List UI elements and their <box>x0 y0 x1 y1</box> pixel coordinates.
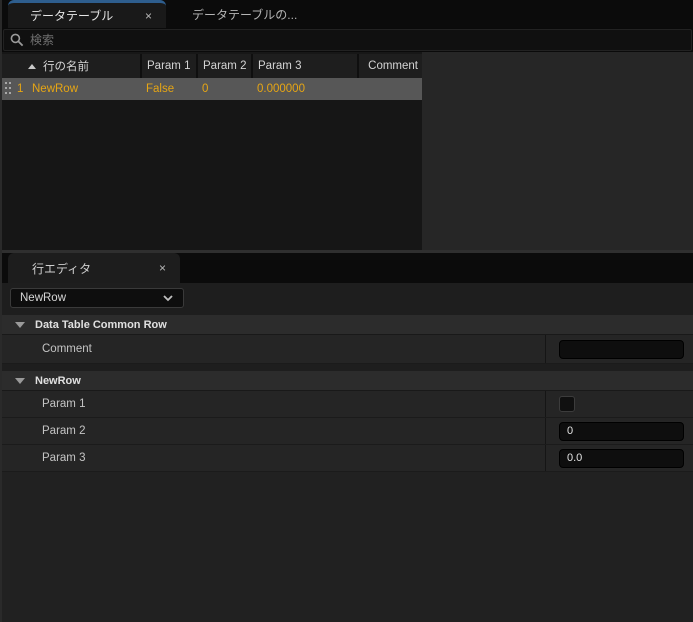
row-param2-cell: 0 <box>202 83 209 95</box>
column-header-param1-label: Param 1 <box>147 60 191 72</box>
property-value-area <box>545 391 693 417</box>
row-number-cell: 1 <box>17 83 24 95</box>
close-icon[interactable]: × <box>141 9 156 23</box>
param3-input[interactable] <box>559 448 684 468</box>
param1-checkbox[interactable] <box>559 396 575 412</box>
data-table-grid: 行の名前 Param 1 Param 2 Param 3 Comment 1 N… <box>2 52 422 250</box>
sort-ascending-icon <box>28 63 36 69</box>
row-select-dropdown[interactable]: NewRow <box>10 288 184 308</box>
row-selector-area: NewRow <box>2 283 693 309</box>
column-header-comment[interactable]: Comment <box>359 54 422 78</box>
property-row-param1: Param 1 <box>2 391 693 418</box>
row-editor-tab-bar: 行エディタ × <box>2 253 693 283</box>
search-input[interactable] <box>24 33 691 47</box>
table-header-row: 行の名前 Param 1 Param 2 Param 3 Comment <box>2 54 422 78</box>
column-header-param3-label: Param 3 <box>258 60 302 72</box>
row-editor-panel: NewRow Data Table Common Row Comment New… <box>2 283 693 622</box>
column-header-param2[interactable]: Param 2 <box>198 54 253 78</box>
row-select-value: NewRow <box>20 292 67 304</box>
editor-empty-area <box>2 472 693 622</box>
document-tab-bar: データテーブル × データテーブルの... <box>2 0 693 28</box>
section-title: Data Table Common Row <box>35 318 167 331</box>
column-header-param2-label: Param 2 <box>203 60 247 72</box>
property-value-area <box>545 445 693 471</box>
search-icon <box>10 33 24 47</box>
close-icon[interactable]: × <box>155 261 170 275</box>
tab-data-table[interactable]: データテーブル × <box>8 0 166 28</box>
drag-handle-icon[interactable] <box>5 82 13 96</box>
property-label: Param 2 <box>42 425 86 437</box>
property-row-comment: Comment <box>2 335 693 364</box>
column-header-comment-label: Comment <box>368 60 418 72</box>
property-label: Param 3 <box>42 452 86 464</box>
property-row-param2: Param 2 <box>2 418 693 445</box>
chevron-down-icon <box>163 295 173 302</box>
comment-input[interactable] <box>559 339 684 359</box>
section-header-common-row[interactable]: Data Table Common Row <box>2 315 693 335</box>
search-box[interactable] <box>3 29 692 51</box>
table-panel-background <box>422 52 693 250</box>
row-param1-cell: False <box>146 83 175 95</box>
column-header-row-name-label: 行の名前 <box>43 61 89 73</box>
column-header-param1[interactable]: Param 1 <box>142 54 198 78</box>
column-header-row-name[interactable]: 行の名前 <box>2 54 142 78</box>
property-label: Comment <box>42 343 92 355</box>
property-row-param3: Param 3 <box>2 445 693 472</box>
collapse-arrow-icon <box>15 377 25 384</box>
section-title: NewRow <box>35 374 81 387</box>
tab-data-table-details[interactable]: データテーブルの... <box>166 0 328 28</box>
column-header-param3[interactable]: Param 3 <box>253 54 359 78</box>
tab-data-table-details-label: データテーブルの... <box>192 7 298 22</box>
tab-data-table-label: データテーブル <box>30 9 114 23</box>
data-table-editor-window: データテーブル × データテーブルの... 行の名前 Param 1 <box>0 0 693 622</box>
tab-row-editor[interactable]: 行エディタ × <box>8 253 180 283</box>
property-label: Param 1 <box>42 398 86 410</box>
table-row[interactable]: 1 NewRow False 0 0.000000 <box>2 78 422 100</box>
property-value-area <box>545 418 693 444</box>
collapse-arrow-icon <box>15 321 25 328</box>
table-area: 行の名前 Param 1 Param 2 Param 3 Comment 1 N… <box>2 52 693 250</box>
section-header-newrow[interactable]: NewRow <box>2 371 693 391</box>
tab-row-editor-label: 行エディタ <box>32 261 92 276</box>
row-name-cell: NewRow <box>32 83 79 95</box>
table-empty-area[interactable] <box>2 100 422 250</box>
param2-input[interactable] <box>559 421 684 441</box>
row-param3-cell: 0.000000 <box>257 83 305 95</box>
property-value-area <box>545 335 693 363</box>
search-bar <box>2 28 693 52</box>
